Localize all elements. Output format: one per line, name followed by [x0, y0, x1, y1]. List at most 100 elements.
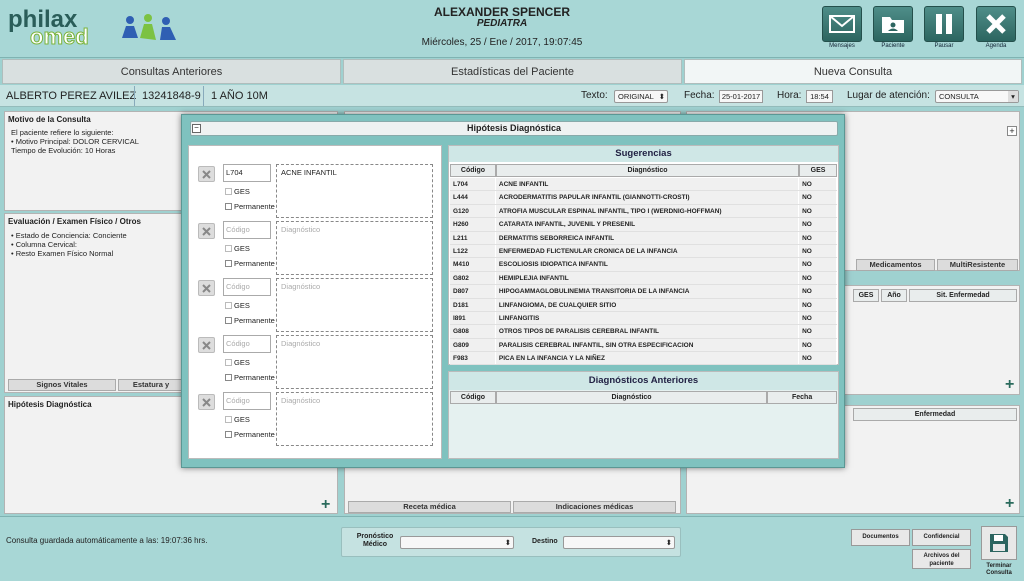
diagnostico-textarea[interactable]: Diagnóstico — [276, 335, 433, 389]
minimize-icon[interactable]: − — [192, 124, 201, 133]
fecha-field[interactable]: 25-01-2017 — [719, 90, 763, 103]
lugar-select[interactable]: CONSULTA ▾ — [935, 90, 1019, 103]
tab-estadisticas[interactable]: Estadísticas del Paciente — [343, 59, 682, 84]
diagnostico-textarea[interactable]: Diagnóstico — [276, 278, 433, 332]
sugerencia-row[interactable]: I891 LINFANGITIS NO — [450, 311, 837, 326]
sugerencia-code: L704 — [450, 178, 496, 191]
sugerencia-ges: NO — [799, 285, 837, 298]
codigo-input[interactable]: Código — [223, 278, 271, 296]
ges-checkbox[interactable]: GES — [225, 358, 250, 367]
agenda-button[interactable] — [976, 6, 1016, 42]
paciente-button[interactable] — [873, 6, 913, 42]
sugerencias-list: L704 ACNE INFANTIL NO L444 ACRODERMATITI… — [450, 178, 837, 366]
permanente-checkbox[interactable]: Permanente — [225, 373, 275, 382]
remove-diagnosis-button[interactable] — [198, 166, 215, 182]
remove-diagnosis-button[interactable] — [198, 280, 215, 296]
ges-checkbox[interactable]: GES — [225, 244, 250, 253]
sugerencia-diagnosis: LINFANGIOMA, DE CUALQUIER SITIO — [496, 298, 800, 311]
indicaciones-medicas-button[interactable]: Indicaciones médicas — [513, 501, 676, 513]
sugerencia-code: D181 — [450, 298, 496, 311]
pause-icon — [936, 14, 952, 34]
archivos-button[interactable]: Archivos del paciente — [912, 549, 971, 569]
remove-diagnosis-button[interactable] — [198, 394, 215, 410]
permanente-checkbox[interactable]: Permanente — [225, 259, 275, 268]
texto-label: Texto: — [581, 90, 608, 101]
add-enfermedad-plus-icon[interactable]: + — [1005, 496, 1014, 512]
doctor-name: ALEXANDER SPENCER — [433, 5, 571, 19]
sugerencia-row[interactable]: L122 ENFERMEDAD FLICTENULAR CRONICA DE L… — [450, 244, 837, 259]
codigo-input[interactable]: Código — [223, 335, 271, 353]
diagnostico-textarea[interactable]: ACNE INFANTIL — [276, 164, 433, 218]
close-icon — [202, 226, 211, 236]
codigo-input[interactable]: L704 — [223, 164, 271, 182]
permanente-label: Permanente — [234, 259, 275, 268]
add-hipotesis-plus-icon[interactable]: + — [321, 497, 330, 513]
sugerencia-row[interactable]: D181 LINFANGIOMA, DE CUALQUIER SITIO NO — [450, 298, 837, 312]
permanente-checkbox[interactable]: Permanente — [225, 316, 275, 325]
checkbox-box — [225, 374, 232, 381]
tab-nueva-consulta[interactable]: Nueva Consulta — [684, 59, 1022, 84]
sugerencia-row[interactable]: G120 ATROFIA MUSCULAR ESPINAL INFANTIL, … — [450, 204, 837, 219]
sugerencia-ges: NO — [799, 352, 837, 365]
expand-plus-icon[interactable]: + — [1007, 126, 1017, 136]
sugerencia-ges: NO — [799, 244, 837, 258]
confidencial-button[interactable]: Confidencial — [912, 529, 971, 546]
ges-checkbox[interactable]: GES — [225, 187, 250, 196]
sugerencia-row[interactable]: L444 ACRODERMATITIS PAPULAR INFANTIL (GI… — [450, 191, 837, 205]
diagnostico-textarea[interactable]: Diagnóstico — [276, 221, 433, 275]
evaluacion-title: Evaluación / Examen Físico / Otros — [8, 217, 141, 226]
hora-field[interactable]: 18:54 — [806, 90, 833, 103]
permanente-checkbox[interactable]: Permanente — [225, 202, 275, 211]
sugerencia-row[interactable]: M410 ESCOLIOSIS IDIOPATICA INFANTIL NO — [450, 258, 837, 272]
sugerencia-diagnosis: PICA EN LA INFANCIA Y LA NIÑEZ — [496, 352, 800, 365]
app-header: philax omed ALEXANDER SPENCER PEDIATRA M… — [0, 0, 1024, 58]
tab-consultas-anteriores[interactable]: Consultas Anteriores — [2, 59, 341, 84]
pausar-label: Pausar — [934, 43, 954, 49]
sugerencia-row[interactable]: L704 ACNE INFANTIL NO — [450, 178, 837, 192]
sugerencia-row[interactable]: H260 CATARATA INFANTIL, JUVENIL Y PRESEN… — [450, 218, 837, 232]
receta-medica-button[interactable]: Receta médica — [348, 501, 511, 513]
permanente-label: Permanente — [234, 202, 275, 211]
signos-vitales-button[interactable]: Signos Vitales — [8, 379, 116, 391]
medicamentos-button[interactable]: Medicamentos — [856, 259, 935, 271]
evaluacion-text[interactable]: • Estado de Conciencia: Conciente • Colu… — [11, 231, 181, 258]
remove-diagnosis-button[interactable] — [198, 337, 215, 353]
codigo-input[interactable]: Código — [223, 392, 271, 410]
sugerencia-ges: NO — [799, 218, 837, 231]
chevron-updown-icon: ⬍ — [504, 538, 511, 547]
remove-diagnosis-button[interactable] — [198, 223, 215, 239]
mensajes-button[interactable] — [822, 6, 862, 42]
ges-checkbox[interactable]: GES — [225, 301, 250, 310]
sugerencia-row[interactable]: G809 PARALISIS CEREBRAL INFANTIL, SIN OT… — [450, 338, 837, 353]
permanente-checkbox[interactable]: Permanente — [225, 430, 275, 439]
multiresistente-button[interactable]: MultiResistente — [937, 259, 1018, 271]
sugerencia-diagnosis: ACRODERMATITIS PAPULAR INFANTIL (GIANNOT… — [496, 191, 800, 204]
sugerencia-ges: NO — [799, 311, 837, 325]
motivo-text[interactable]: El paciente refiere lo siguiente: • Moti… — [11, 128, 181, 155]
permanente-label: Permanente — [234, 316, 275, 325]
lugar-label: Lugar de atención: — [847, 90, 930, 101]
add-antecedente-plus-icon[interactable]: + — [1005, 377, 1014, 393]
codigo-input[interactable]: Código — [223, 221, 271, 239]
sugerencia-ges: NO — [799, 258, 837, 271]
chevron-down-icon: ▾ — [1008, 91, 1018, 102]
diagnosis-entry-pane: L704 GES Permanente ACNE INFANTIL Código… — [188, 145, 442, 459]
estatura-button[interactable]: Estatura y — [118, 379, 184, 391]
sugerencia-ges: NO — [799, 231, 837, 244]
ges-checkbox[interactable]: GES — [225, 415, 250, 424]
documentos-button[interactable]: Documentos — [851, 529, 910, 546]
sugerencia-row[interactable]: G808 OTROS TIPOS DE PARALISIS CEREBRAL I… — [450, 325, 837, 339]
sugerencia-row[interactable]: L211 DERMATITIS SEBORREICA INFANTIL NO — [450, 231, 837, 245]
pausar-button[interactable] — [924, 6, 964, 42]
diagnostico-textarea[interactable]: Diagnóstico — [276, 392, 433, 446]
destino-select[interactable]: ⬍ — [563, 536, 675, 549]
sugerencia-code: D807 — [450, 285, 496, 298]
sugerencia-row[interactable]: G802 HEMIPLEJIA INFANTIL NO — [450, 271, 837, 286]
autosave-status: Consulta guardada automáticamente a las:… — [6, 536, 208, 545]
texto-select[interactable]: ORIGINAL ⬍ — [614, 90, 668, 103]
pronostico-select[interactable]: ⬍ — [400, 536, 514, 549]
lugar-select-value: CONSULTA — [939, 92, 979, 101]
sugerencia-row[interactable]: D807 HIPOGAMMAGLOBULINEMIA TRANSITORIA D… — [450, 285, 837, 299]
sugerencia-row[interactable]: F983 PICA EN LA INFANCIA Y LA NIÑEZ NO — [450, 352, 837, 366]
terminar-consulta-button[interactable] — [981, 526, 1017, 560]
